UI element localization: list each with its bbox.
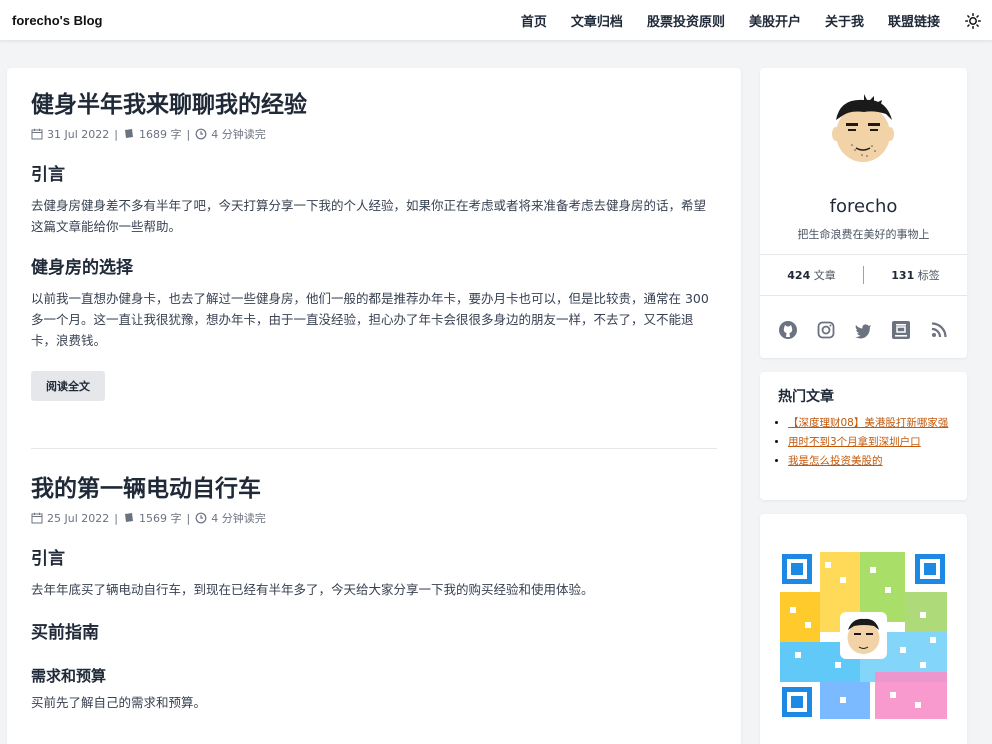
hot-article-link[interactable]: 用时不到3个月拿到深圳户口 xyxy=(788,436,921,448)
twitter-icon[interactable] xyxy=(853,320,873,340)
word-count: 1569 字 xyxy=(138,512,182,525)
hot-articles-list: 【深度理财08】美港股打新哪家强 用时不到3个月拿到深圳户口 我是怎么投资美股的 xyxy=(784,416,956,473)
author-bio: 把生命浪费在美好的事物上 xyxy=(797,228,930,241)
qr-code-image xyxy=(780,552,947,719)
post-item: 我的第一辆电动自行车 25 Jul 2022 | 1569 字 | 4 分钟读完… xyxy=(31,474,717,713)
hot-articles-title: 热门文章 xyxy=(778,389,834,405)
nav-home[interactable]: 首页 xyxy=(521,11,547,30)
site-title[interactable]: forecho's Blog xyxy=(12,13,103,28)
nav-investing-principles[interactable]: 股票投资原则 xyxy=(647,11,725,30)
hot-article-link[interactable]: 【深度理财08】美港股打新哪家强 xyxy=(788,417,948,429)
articles-label: 文章 xyxy=(813,269,836,282)
nav-us-stock-account[interactable]: 美股开户 xyxy=(749,11,801,30)
section-heading: 引言 xyxy=(31,549,65,569)
hot-articles-card: 热门文章 【深度理财08】美港股打新哪家强 用时不到3个月拿到深圳户口 我是怎么… xyxy=(760,372,967,500)
profile-card: forecho 把生命浪费在美好的事物上 424 文章 131 标签 xyxy=(760,68,967,358)
list-item: 用时不到3个月拿到深圳户口 xyxy=(788,435,956,450)
clock-icon xyxy=(195,512,207,524)
post-excerpt: 买前先了解自己的需求和预算。 xyxy=(31,695,207,710)
book-icon xyxy=(123,128,135,140)
post-title[interactable]: 我的第一辆电动自行车 xyxy=(31,474,717,504)
post-date: 31 Jul 2022 xyxy=(47,127,110,141)
clock-icon xyxy=(195,128,207,140)
instagram-icon[interactable] xyxy=(816,320,836,340)
sun-icon[interactable] xyxy=(964,12,982,30)
post-excerpt: 以前我一直想办健身卡，也去了解过一些健身房，他们一般的都是推荐办年卡，要办月卡也… xyxy=(31,291,709,348)
articles-count: 424 xyxy=(787,269,811,282)
top-navbar: forecho's Blog 首页 文章归档 股票投资原则 美股开户 关于我 联… xyxy=(0,0,992,41)
qr-code-card xyxy=(760,514,967,744)
section-heading: 买前指南 xyxy=(31,623,99,643)
tags-label: 标签 xyxy=(917,269,940,282)
tags-stat[interactable]: 131 标签 xyxy=(864,267,967,283)
section-heading: 健身房的选择 xyxy=(31,258,133,278)
post-meta: 25 Jul 2022 | 1569 字 | 4 分钟读完 xyxy=(31,510,717,526)
tags-count: 131 xyxy=(891,269,915,282)
read-time: 4 分钟读完 xyxy=(211,128,266,141)
read-more-button[interactable]: 阅读全文 xyxy=(31,371,105,401)
profile-stats: 424 文章 131 标签 xyxy=(760,254,967,296)
nav-affiliate-links[interactable]: 联盟链接 xyxy=(888,11,940,30)
post-excerpt: 去年年底买了辆电动自行车，到现在已经有半年多了，今天给大家分享一下我的购买经验和… xyxy=(31,582,594,597)
rss-icon[interactable] xyxy=(929,320,949,340)
articles-stat[interactable]: 424 文章 xyxy=(760,267,863,283)
list-item: 【深度理财08】美港股打新哪家强 xyxy=(788,416,956,431)
main-nav: 首页 文章归档 股票投资原则 美股开户 关于我 联盟链接 xyxy=(521,0,992,41)
section-subheading: 需求和预算 xyxy=(31,667,107,685)
post-meta: 31 Jul 2022 | 1689 字 | 4 分钟读完 xyxy=(31,126,717,142)
github-icon[interactable] xyxy=(778,320,798,340)
hot-article-link[interactable]: 我是怎么投资美股的 xyxy=(788,455,883,467)
post-title[interactable]: 健身半年我来聊聊我的经验 xyxy=(31,90,717,120)
section-heading: 引言 xyxy=(31,165,65,185)
calendar-icon xyxy=(31,512,43,524)
list-item: 我是怎么投资美股的 xyxy=(788,454,956,469)
post-divider xyxy=(31,448,717,449)
post-item: 健身半年我来聊聊我的经验 31 Jul 2022 | 1689 字 | 4 分钟… xyxy=(31,90,717,401)
calendar-icon xyxy=(31,128,43,140)
word-count: 1689 字 xyxy=(138,128,182,141)
nav-archive[interactable]: 文章归档 xyxy=(571,11,623,30)
post-list: 健身半年我来聊聊我的经验 31 Jul 2022 | 1689 字 | 4 分钟… xyxy=(7,68,741,744)
avatar xyxy=(824,90,902,168)
book-icon xyxy=(123,512,135,524)
post-excerpt: 去健身房健身差不多有半年了吧，今天打算分享一下我的个人经验，如果你正在考虑或者将… xyxy=(31,198,707,234)
douban-icon[interactable] xyxy=(891,320,911,340)
post-date: 25 Jul 2022 xyxy=(47,511,110,525)
read-time: 4 分钟读完 xyxy=(211,512,266,525)
author-name: forecho xyxy=(829,196,898,217)
social-links xyxy=(760,320,967,340)
nav-about[interactable]: 关于我 xyxy=(825,11,864,30)
